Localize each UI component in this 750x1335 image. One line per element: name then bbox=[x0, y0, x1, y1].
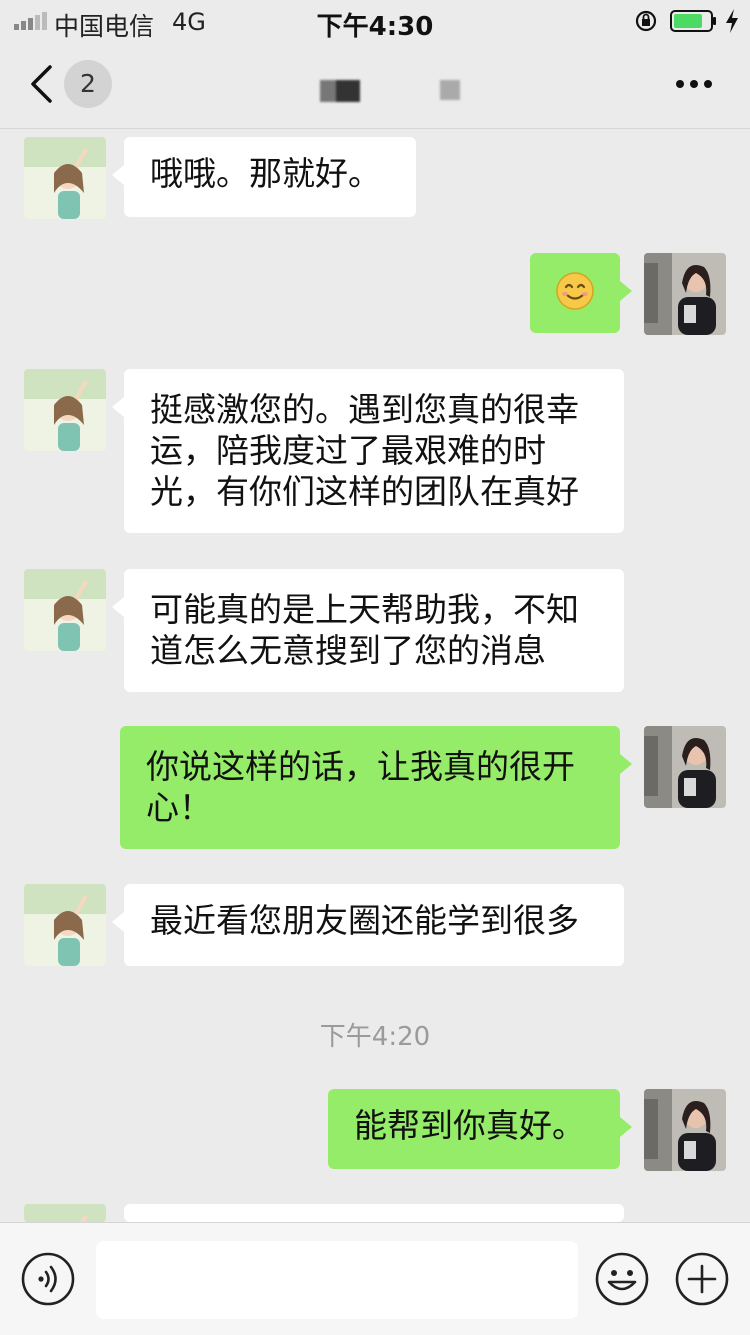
message-bubble-incoming[interactable]: 挺感激您的。遇到您真的很幸运，陪我度过了最艰难的时光，有你们这样的团队在真好 bbox=[112, 369, 624, 533]
contact-avatar[interactable] bbox=[24, 884, 106, 966]
message-bubble-outgoing[interactable] bbox=[530, 253, 632, 333]
plus-icon[interactable] bbox=[674, 1251, 730, 1307]
chat-input-bar bbox=[0, 1222, 750, 1335]
contact-avatar[interactable] bbox=[24, 369, 106, 451]
message-bubble-outgoing[interactable]: 你说这样的话，让我真的很开心！ bbox=[120, 726, 632, 849]
contact-avatar[interactable] bbox=[24, 1204, 106, 1222]
message-bubble-incoming[interactable]: 哦哦。那就好。 bbox=[112, 137, 416, 217]
contact-avatar[interactable] bbox=[24, 137, 106, 219]
message-bubble-outgoing[interactable]: 能帮到你真好。 bbox=[328, 1089, 632, 1169]
chat-header: 2 bbox=[0, 42, 750, 129]
chevron-left-icon[interactable] bbox=[28, 64, 54, 104]
charging-icon bbox=[726, 9, 738, 33]
my-avatar[interactable] bbox=[644, 253, 726, 335]
unread-count-badge[interactable]: 2 bbox=[64, 60, 112, 108]
contact-avatar[interactable] bbox=[24, 569, 106, 651]
chat-title-redacted-2 bbox=[440, 80, 460, 100]
status-bar: 中国电信 4G 下午4:30 bbox=[0, 0, 750, 42]
message-bubble-incoming[interactable]: 最近看您朋友圈还能学到很多 bbox=[112, 884, 624, 966]
chat-title-redacted bbox=[320, 80, 360, 102]
smiley-emoji-icon bbox=[556, 272, 594, 310]
message-bubble-incoming-partial[interactable] bbox=[112, 1204, 624, 1252]
my-avatar[interactable] bbox=[644, 726, 726, 808]
emoji-icon[interactable] bbox=[594, 1251, 650, 1307]
my-avatar[interactable] bbox=[644, 1089, 726, 1171]
voice-icon[interactable] bbox=[20, 1251, 76, 1307]
message-bubble-incoming[interactable]: 可能真的是上天帮助我，不知道怎么无意搜到了您的消息 bbox=[112, 569, 624, 692]
message-timestamp: 下午4:20 bbox=[319, 1022, 431, 1052]
message-input[interactable] bbox=[96, 1241, 578, 1319]
more-dots-icon[interactable] bbox=[674, 78, 714, 90]
rotation-lock-icon bbox=[635, 10, 657, 32]
battery-icon bbox=[670, 10, 716, 32]
